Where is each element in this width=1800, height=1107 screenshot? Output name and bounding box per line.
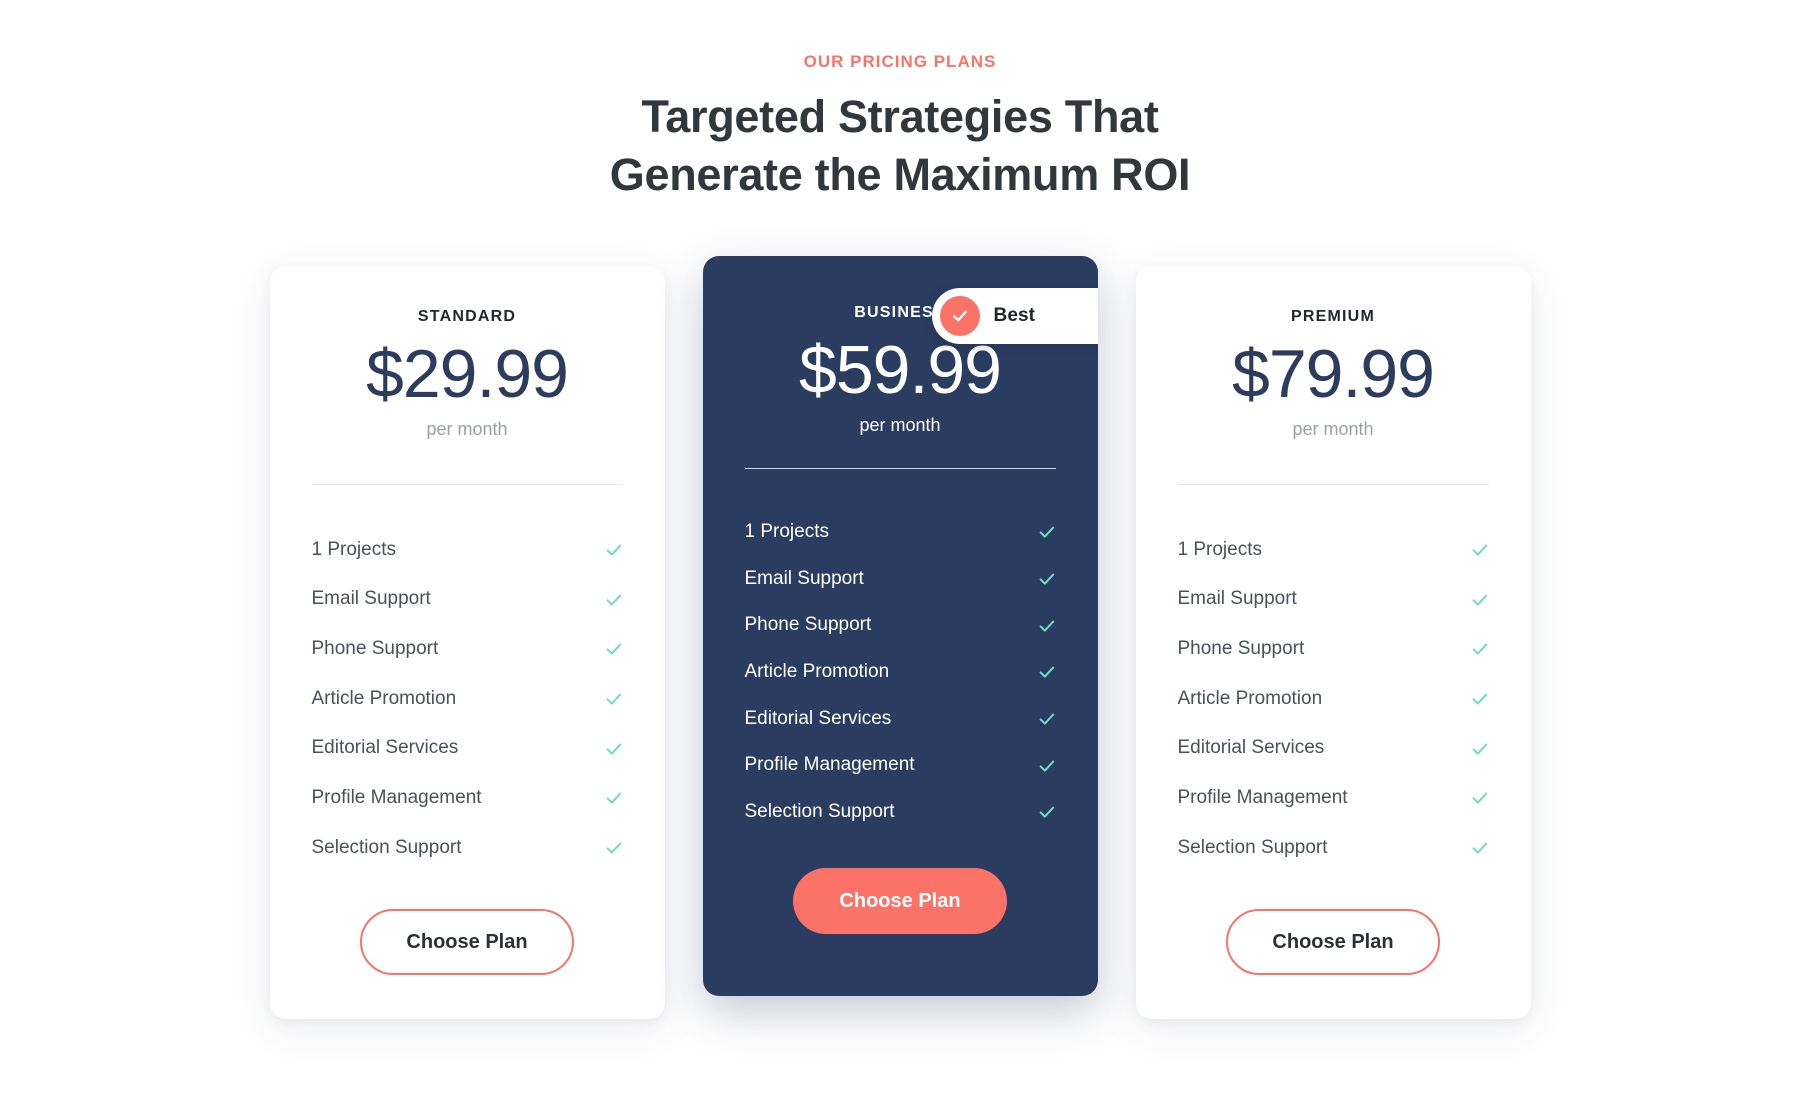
feature-label: Phone Support [1177,637,1305,659]
feature-label: Phone Support [311,637,439,659]
feature-label: Article Promotion [311,687,457,709]
feature-label: Article Promotion [744,661,890,683]
check-icon [1471,541,1489,559]
check-icon [605,789,623,807]
list-item: Phone Support [1178,624,1489,674]
plan-period-standard: per month [426,419,508,439]
list-item: Editorial Services [745,696,1056,743]
section-eyebrow: OUR PRICING PLANS [803,52,997,71]
plan-price-standard: $29.99 [366,336,569,412]
feature-label: 1 Projects [744,521,829,542]
page-title: Targeted Strategies That Generate the Ma… [0,88,1800,203]
feature-label: Editorial Services [311,737,459,759]
feature-label: 1 Projects [311,538,396,560]
choose-plan-button-premium[interactable]: Choose Plan [1226,908,1440,975]
pricing-header: OUR PRICING PLANS Targeted Strategies Th… [0,0,1800,204]
feature-label: Phone Support [744,614,872,636]
list-item: 1 Projects [312,525,623,575]
list-item: 1 Projects [1178,525,1489,575]
feature-label: Email Support [744,567,864,589]
check-icon [605,541,623,559]
choose-plan-button-business[interactable]: Choose Plan [793,867,1007,934]
feature-label: Article Promotion [1177,687,1323,709]
list-item: Email Support [312,575,623,625]
feature-list-standard: 1 Projects Email Support Phone Support Arti… [312,525,623,873]
feature-label: Profile Management [311,786,482,808]
feature-label: Profile Management [1177,786,1348,808]
pricing-card-premium: PREMIUM $79.99 per month 1 Projects Email Su… [1135,266,1531,1019]
feature-label: Editorial Services [1177,737,1325,759]
check-icon [1038,570,1056,588]
check-icon [1038,663,1056,681]
list-item: Profile Management [745,742,1056,789]
list-item: Profile Management [1178,773,1489,823]
pricing-card-standard: STANDARD $29.99 per month 1 Projects Email S… [269,266,665,1019]
check-icon [605,740,623,758]
feature-label: Profile Management [744,754,915,776]
plan-divider [1177,484,1489,485]
check-icon [1471,690,1489,708]
plan-price-premium: $79.99 [1232,336,1435,412]
feature-list-business: 1 Projects Email Support Phone Support Arti… [745,509,1056,836]
check-icon [1038,617,1056,635]
check-icon [1038,710,1056,728]
list-item: Phone Support [312,624,623,674]
list-item: 1 Projects [745,509,1056,556]
feature-label: Email Support [1177,588,1297,610]
feature-label: Selection Support [311,836,462,858]
page-title-line-2: Generate the Maximum ROI [609,148,1191,200]
list-item: Editorial Services [1178,724,1489,774]
check-icon [605,640,623,658]
check-icon [939,296,980,336]
pricing-cards: STANDARD $29.99 per month 1 Projects Email S… [0,256,1800,1019]
feature-label: Selection Support [1177,836,1328,858]
choose-plan-button-standard[interactable]: Choose Plan [360,908,574,975]
check-icon [1038,803,1056,821]
plan-divider [744,468,1056,469]
check-icon [1471,591,1489,609]
check-icon [1471,839,1489,857]
plan-period-business: per month [859,415,941,435]
plan-name-premium: PREMIUM [1291,308,1375,325]
list-item: Profile Management [312,773,623,823]
plan-name-standard: STANDARD [417,308,517,325]
feature-label: Email Support [311,588,431,610]
feature-label: 1 Projects [1177,538,1262,560]
page-title-line-1: Targeted Strategies That [641,91,1159,143]
list-item: Email Support [745,556,1056,603]
plan-period-premium: per month [1292,419,1374,439]
list-item: Article Promotion [745,649,1056,696]
check-icon [605,690,623,708]
list-item: Selection Support [312,823,623,873]
list-item: Selection Support [745,789,1056,836]
list-item: Editorial Services [312,724,623,774]
list-item: Selection Support [1178,823,1489,873]
list-item: Article Promotion [312,674,623,724]
check-icon [1471,640,1489,658]
list-item: Email Support [1178,575,1489,625]
check-icon [1471,789,1489,807]
best-badge: Best [931,288,1098,344]
check-icon [1038,523,1056,541]
feature-label: Editorial Services [744,707,892,729]
check-icon [605,839,623,857]
pricing-page: OUR PRICING PLANS Targeted Strategies Th… [0,0,1800,1107]
best-badge-label: Best [993,305,1036,326]
feature-label: Selection Support [744,801,895,823]
feature-list-premium: 1 Projects Email Support Phone Support Arti… [1178,525,1489,873]
check-icon [1471,740,1489,758]
list-item: Article Promotion [1178,674,1489,724]
pricing-card-business: Best BUSINESS $59.99 per month 1 Projects Ema… [702,256,1098,996]
check-icon [605,591,623,609]
list-item: Phone Support [745,602,1056,649]
plan-divider [311,484,623,485]
check-icon [1038,757,1056,775]
